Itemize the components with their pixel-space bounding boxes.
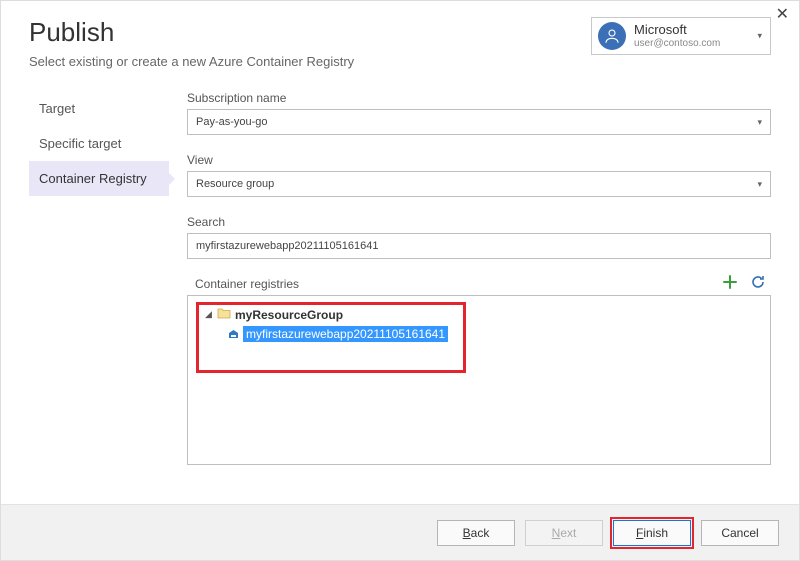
subscription-dropdown[interactable]: Pay-as-you-go ▾ (187, 109, 771, 135)
search-label: Search (187, 215, 771, 229)
account-picker[interactable]: Microsoft user@contoso.com ▾ (591, 17, 771, 55)
subscription-label: Subscription name (187, 91, 771, 105)
cancel-button[interactable]: Cancel (701, 520, 779, 546)
registries-label: Container registries (187, 277, 299, 291)
search-input[interactable]: myfirstazurewebapp20211105161641 (187, 233, 771, 259)
back-rest: ack (471, 526, 490, 540)
collapse-icon: ◢ (205, 309, 213, 320)
view-value: Resource group (196, 178, 274, 190)
chevron-down-icon: ▾ (757, 31, 762, 42)
sidebar-item-specific-target[interactable]: Specific target (29, 126, 169, 161)
view-label: View (187, 153, 771, 167)
view-dropdown[interactable]: Resource group ▾ (187, 171, 771, 197)
registry-icon (227, 328, 240, 341)
search-value: myfirstazurewebapp20211105161641 (196, 240, 378, 252)
resource-group-node[interactable]: ◢ myResourceGroup (205, 307, 457, 322)
close-button[interactable]: ✕ (776, 7, 789, 23)
wizard-sidebar: Target Specific target Container Registr… (29, 87, 169, 465)
account-name: Microsoft (634, 23, 720, 37)
add-registry-button[interactable] (721, 273, 739, 291)
main-panel: Subscription name Pay-as-you-go ▾ View R… (169, 87, 771, 465)
sidebar-item-container-registry[interactable]: Container Registry (29, 161, 169, 196)
avatar-icon (598, 22, 626, 50)
next-rest: ext (560, 526, 576, 540)
selected-registry: myfirstazurewebapp20211105161641 (243, 326, 448, 342)
folder-icon (217, 307, 231, 322)
back-mnemonic: B (463, 526, 471, 540)
chevron-down-icon: ▾ (757, 179, 762, 190)
sidebar-item-target[interactable]: Target (29, 91, 169, 126)
resource-group-name: myResourceGroup (235, 308, 343, 322)
account-email: user@contoso.com (634, 38, 720, 49)
back-button[interactable]: Back (437, 520, 515, 546)
finish-button[interactable]: Finish (613, 520, 691, 546)
publish-dialog: ✕ Publish Select existing or create a ne… (0, 0, 800, 561)
header-text: Publish Select existing or create a new … (29, 17, 354, 87)
subscription-value: Pay-as-you-go (196, 116, 268, 128)
dialog-title: Publish (29, 17, 354, 48)
refresh-button[interactable] (749, 273, 767, 291)
dialog-subtitle: Select existing or create a new Azure Co… (29, 54, 354, 69)
chevron-down-icon: ▾ (757, 117, 762, 128)
next-button: Next (525, 520, 603, 546)
finish-rest: inish (643, 526, 668, 540)
registry-item[interactable]: myfirstazurewebapp20211105161641 (227, 326, 457, 342)
dialog-footer: Back Next Finish Cancel (1, 504, 799, 560)
registries-tree[interactable]: ◢ myResourceGroup myfirstazurewebapp2021… (187, 295, 771, 465)
highlighted-region: ◢ myResourceGroup myfirstazurewebapp2021… (196, 302, 466, 373)
account-info: Microsoft user@contoso.com (634, 23, 720, 48)
